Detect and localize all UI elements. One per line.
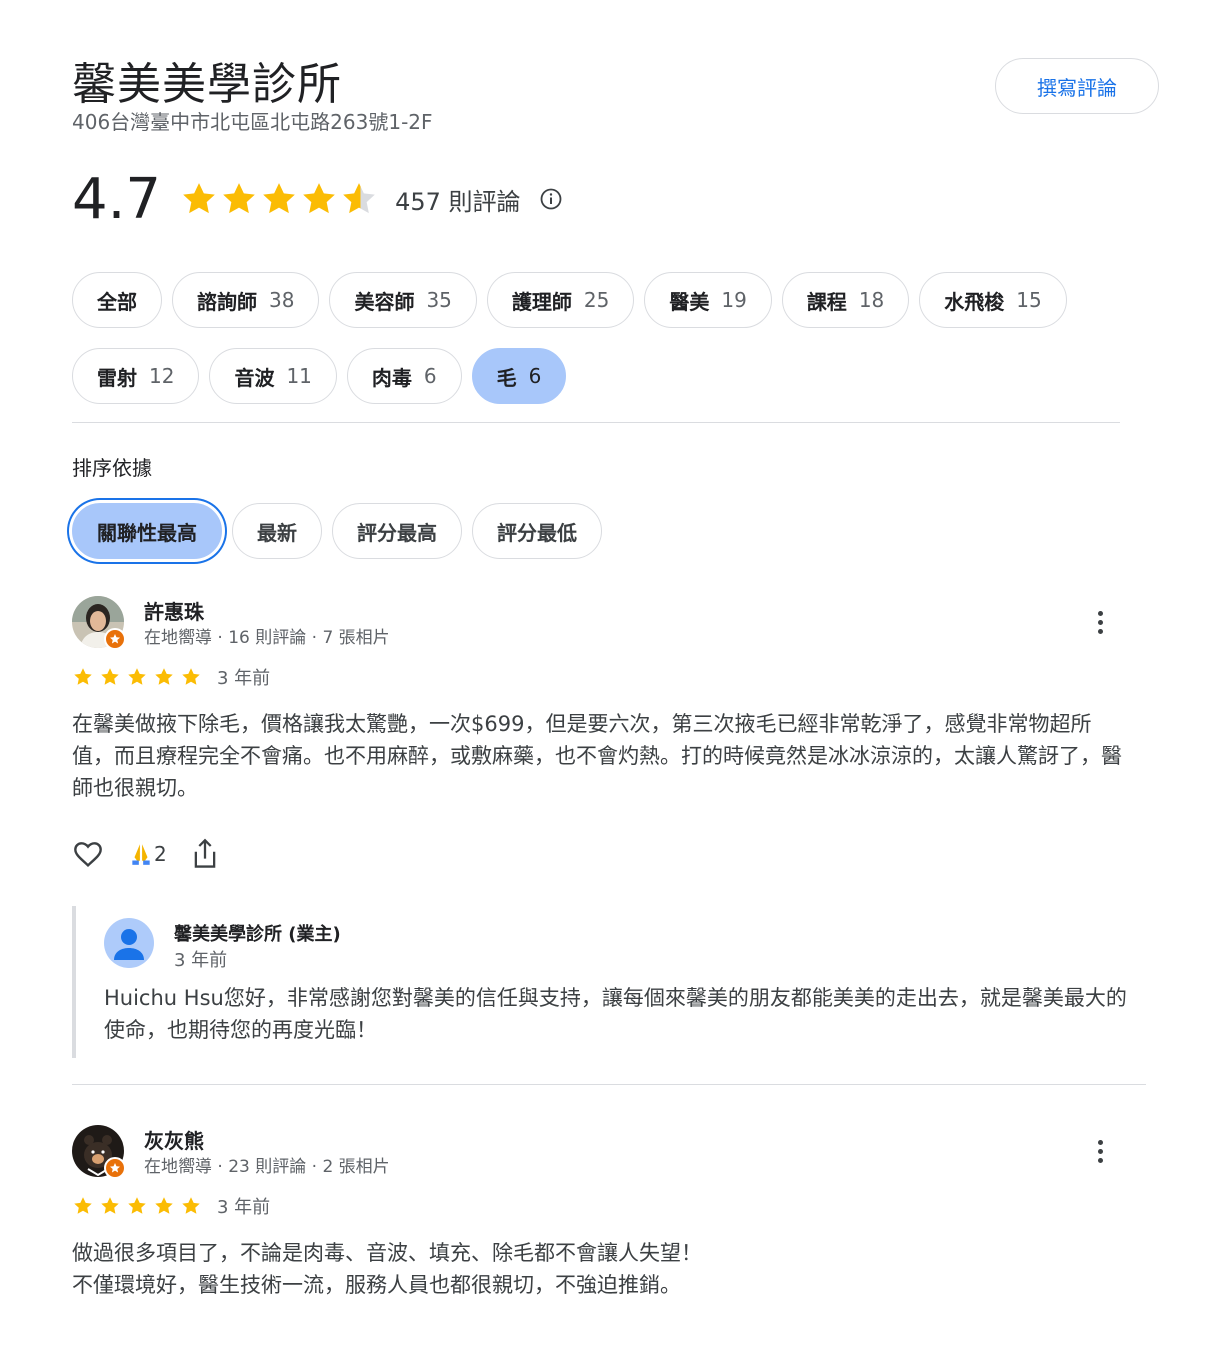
topic-chip-all[interactable]: 全部 [72,272,162,328]
chip-label: 醫美 [669,289,710,314]
topic-chip-consultant[interactable]: 諮詢師 38 [172,272,320,328]
write-review-button[interactable]: 撰寫評論 [995,58,1159,114]
divider [72,1084,1146,1085]
chip-count: 35 [426,288,452,312]
star-icon [299,179,339,219]
topic-chip-ultrasound[interactable]: 音波 11 [209,348,337,404]
chip-count: 19 [721,288,747,312]
review-item: 灰灰熊 在地嚮導 · 23 則評論 · 2 張相片 3 年前 做過很多項目了，不… [72,1125,1148,1315]
star-icon [219,179,259,219]
topic-chips: 全部 諮詢師 38 美容師 35 護理師 25 醫美 19 課程 18 水飛梭 15 雷射 1… [72,272,1132,404]
place-title: 馨美美學診所 [72,59,342,110]
chip-count: 38 [269,288,295,312]
info-icon[interactable] [539,187,563,211]
review-item: 許惠珠 在地嚮導 · 16 則評論 · 7 張相片 3 年前 在馨美做掖下除毛，… [72,596,1148,1066]
review-text: 在馨美做掖下除毛，價格讓我太驚艷，一次$699，但是要六次，第三次掖毛已經非常乾… [72,712,1122,800]
sort-lowest-button[interactable]: 評分最低 [472,503,602,559]
star-icon [128,668,146,685]
topic-chip-beautician[interactable]: 美容師 35 [329,272,477,328]
review-time: 3 年前 [217,1197,271,1218]
star-icon [179,179,219,219]
reviewer-meta: 在地嚮導 · 23 則評論 · 2 張相片 [144,1157,390,1177]
chip-label: 音波 [234,365,275,390]
chip-count: 15 [1016,288,1042,312]
share-icon[interactable] [191,838,219,870]
sort-relevance-button[interactable]: 關聯性最高 [72,503,222,559]
star-icon [128,1197,146,1214]
rating-value: 4.7 [72,166,162,232]
chip-count: 25 [583,288,610,312]
local-guide-badge-icon [104,628,126,650]
place-address: 406台灣臺中市北屯區北屯路263號1-2F [72,110,433,134]
owner-reply-text: Huichu Hsu您好，非常感謝您對馨美的信任與支持，讓每個來馨美的朋友都能美… [104,986,1127,1042]
star-icon [74,1197,92,1214]
sort-highest-button[interactable]: 評分最高 [332,503,462,559]
sort-options: 關聯性最高 最新 評分最高 評分最低 [72,503,602,559]
review-time: 3 年前 [217,668,271,689]
review-text: 做過很多項目了，不論是肉毒、音波、填充、除毛都不會讓人失望！ 不僅環境好，醫生技… [72,1241,702,1297]
star-icon [259,179,299,219]
rating-stars [179,179,379,219]
star-icon [155,1197,173,1214]
local-guide-badge-icon [104,1157,126,1179]
more-options-icon[interactable] [1088,602,1112,642]
chip-label: 護理師 [511,289,572,314]
chip-label: 全部 [97,289,137,314]
topic-chip-hydrafacial[interactable]: 水飛梭 15 [919,272,1067,328]
review-stars: 3 年前 [72,1193,270,1219]
avatar[interactable] [72,596,126,650]
person-icon [114,929,144,960]
topic-chip-botox[interactable]: 肉毒 6 [346,348,462,404]
sort-label: 排序依據 [72,456,152,480]
reviewer-name[interactable]: 許惠珠 [144,596,204,625]
chip-count: 18 [858,288,885,312]
star-icon [101,668,119,685]
heart-icon[interactable] [72,838,104,870]
reviewer-name[interactable]: 灰灰熊 [144,1125,204,1154]
topic-chip-nurse[interactable]: 護理師 25 [486,272,635,328]
star-icon [155,668,173,685]
topic-chip-course[interactable]: 課程 18 [781,272,910,328]
chip-count: 11 [286,364,312,388]
topic-chip-aesthetic[interactable]: 醫美 19 [644,272,772,328]
topic-chip-hair[interactable]: 毛6 [471,348,567,404]
more-options-icon[interactable] [1088,1131,1112,1171]
chip-label: 美容師 [354,289,415,314]
chip-count: 12 [149,364,175,388]
sort-newest-button[interactable]: 最新 [232,503,322,559]
review-actions: 2 [72,838,219,870]
star-icon [182,668,200,685]
rating-summary: 4.7 457 則評論 [72,164,563,234]
star-icon [182,1197,200,1214]
reviewer-meta: 在地嚮導 · 16 則評論 · 7 張相片 [144,628,390,648]
owner-reply-time: 3 年前 [174,950,228,971]
pray-reaction[interactable]: 2 [128,841,167,867]
chip-count: 6 [528,364,542,388]
owner-avatar[interactable] [104,918,154,968]
pray-count: 2 [154,842,167,866]
owner-name: 馨美美學診所 (業主) [174,924,341,945]
half-star-icon [339,179,379,219]
star-icon [74,668,92,685]
chip-label: 毛 [496,365,517,390]
chip-label: 水飛梭 [944,289,1005,314]
review-count: 457 則評論 [395,187,521,216]
chip-label: 諮詢師 [197,289,257,314]
owner-reply: 馨美美學診所 (業主) 3 年前 Huichu Hsu您好，非常感謝您對馨美的信… [72,906,1132,1058]
chip-label: 課程 [806,289,847,314]
star-icon [101,1197,119,1214]
chip-count: 6 [423,364,437,388]
avatar[interactable] [72,1125,126,1179]
chip-label: 肉毒 [371,365,412,390]
topic-chip-laser[interactable]: 雷射 12 [72,348,200,404]
pray-emoji-icon [132,844,150,865]
review-stars: 3 年前 [72,664,270,690]
chip-label: 雷射 [97,365,137,390]
divider [72,422,1120,423]
